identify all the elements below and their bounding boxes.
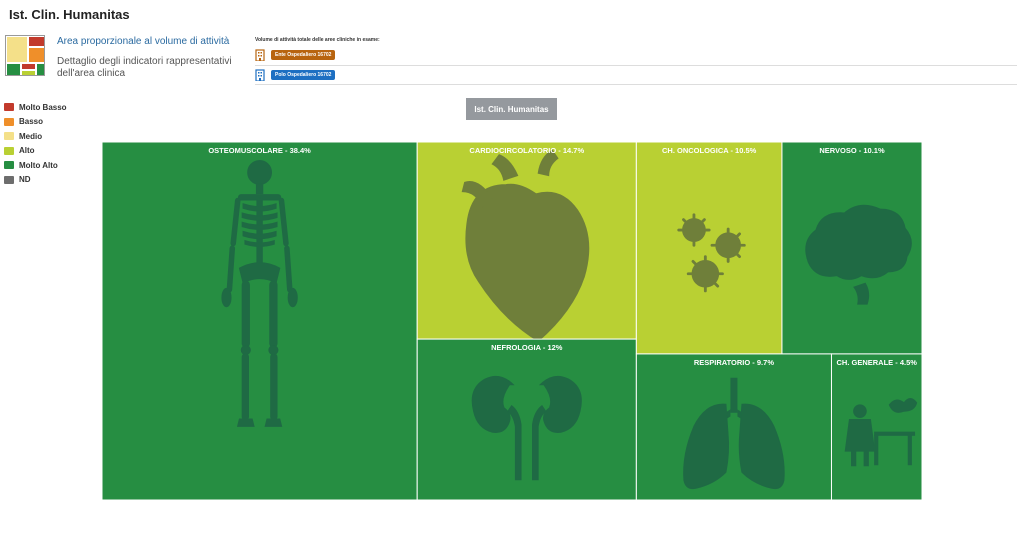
legend-label: Alto [19, 146, 35, 156]
divider [255, 84, 1017, 85]
treemap-tile-rect[interactable] [416, 338, 637, 500]
color-legend: Molto Basso Basso Medio Alto Molto Alto … [4, 100, 67, 187]
legend-label: Molto Basso [19, 102, 67, 112]
legend-item-molto-alto: Molto Alto [4, 158, 67, 173]
legend-item-medio: Medio [4, 129, 67, 144]
legend-item-basso: Basso [4, 115, 67, 130]
treemap-tile-osteomuscolare[interactable]: OSTEOMUSCOLARE - 38.4% [102, 142, 418, 500]
treemap-tile-label: OSTEOMUSCOLARE - 38.4% [208, 146, 311, 155]
treemap-legend-icon [5, 35, 45, 76]
legend-item-alto: Alto [4, 144, 67, 159]
legend-swatch [4, 103, 14, 112]
volume-summary: Volume di attività totale delle aree cli… [255, 37, 1017, 85]
treemap-tile-nervoso[interactable]: NERVOSO - 10.1% [781, 142, 922, 355]
building-icon [255, 69, 265, 81]
legend-swatch [4, 175, 14, 184]
treemap-tile-rect[interactable] [830, 353, 922, 500]
legend-swatch [4, 132, 14, 141]
treemap-tile-rect[interactable] [635, 142, 783, 355]
treemap-tile-ch-oncologica[interactable]: CH. ONCOLOGICA - 10.5% [635, 142, 783, 355]
treemap-root-button[interactable]: Ist. Clin. Humanitas [466, 98, 557, 120]
legend-swatch [4, 161, 14, 170]
treemap-tile-label: CH. ONCOLOGICA - 10.5% [662, 146, 757, 155]
treemap-tile-ch-generale[interactable]: CH. GENERALE - 4.5% [830, 353, 922, 500]
treemap-chart: OSTEOMUSCOLARE - 38.4% CARDIOCIRCOLATORIO… [102, 142, 922, 500]
page-title: Ist. Clin. Humanitas [9, 7, 130, 22]
treemap-tile-rect[interactable] [635, 353, 832, 500]
treemap-tile-label: NERVOSO - 10.1% [819, 146, 885, 155]
treemap-tile-label: NEFROLOGIA - 12% [491, 343, 563, 352]
legend-label: Medio [19, 131, 43, 141]
treemap-tile-label: CH. GENERALE - 4.5% [837, 358, 918, 367]
treemap-tile-nefrologia[interactable]: NEFROLOGIA - 12% [416, 338, 637, 500]
legend-label: Molto Alto [19, 160, 58, 170]
legend-area-note: Area proporzionale al volume di attività [57, 36, 230, 47]
legend-label: ND [19, 175, 31, 185]
legend-swatch [4, 117, 14, 126]
legend-item-molto-basso: Molto Basso [4, 100, 67, 115]
treemap-tile-label: CARDIOCIRCOLATORIO - 14.7% [469, 146, 584, 155]
volume-title: Volume di attività totale delle aree cli… [255, 37, 380, 43]
legend-detail-note: Dettaglio degli indicatori rappresentati… [57, 56, 232, 79]
polo-badge: Polo Ospedaliero 16702 [271, 70, 336, 80]
treemap-tile-cardiocircolatorio[interactable]: CARDIOCIRCOLATORIO - 14.7% [416, 142, 637, 342]
legend-label: Basso [19, 117, 44, 127]
building-icon [255, 49, 265, 61]
treemap-tile-respiratorio[interactable]: RESPIRATORIO - 9.7% [635, 353, 832, 500]
treemap-tile-label: RESPIRATORIO - 9.7% [694, 358, 774, 367]
ente-badge: Ente Ospedaliero 16702 [271, 50, 336, 60]
polo-row: Polo Ospedaliero 16702 [255, 68, 336, 82]
legend-item-nd: ND [4, 173, 67, 188]
header-legend: Area proporzionale al volume di attività… [5, 35, 255, 85]
ente-row: Ente Ospedaliero 16702 [255, 48, 336, 62]
legend-swatch [4, 146, 14, 155]
divider [255, 65, 1017, 66]
